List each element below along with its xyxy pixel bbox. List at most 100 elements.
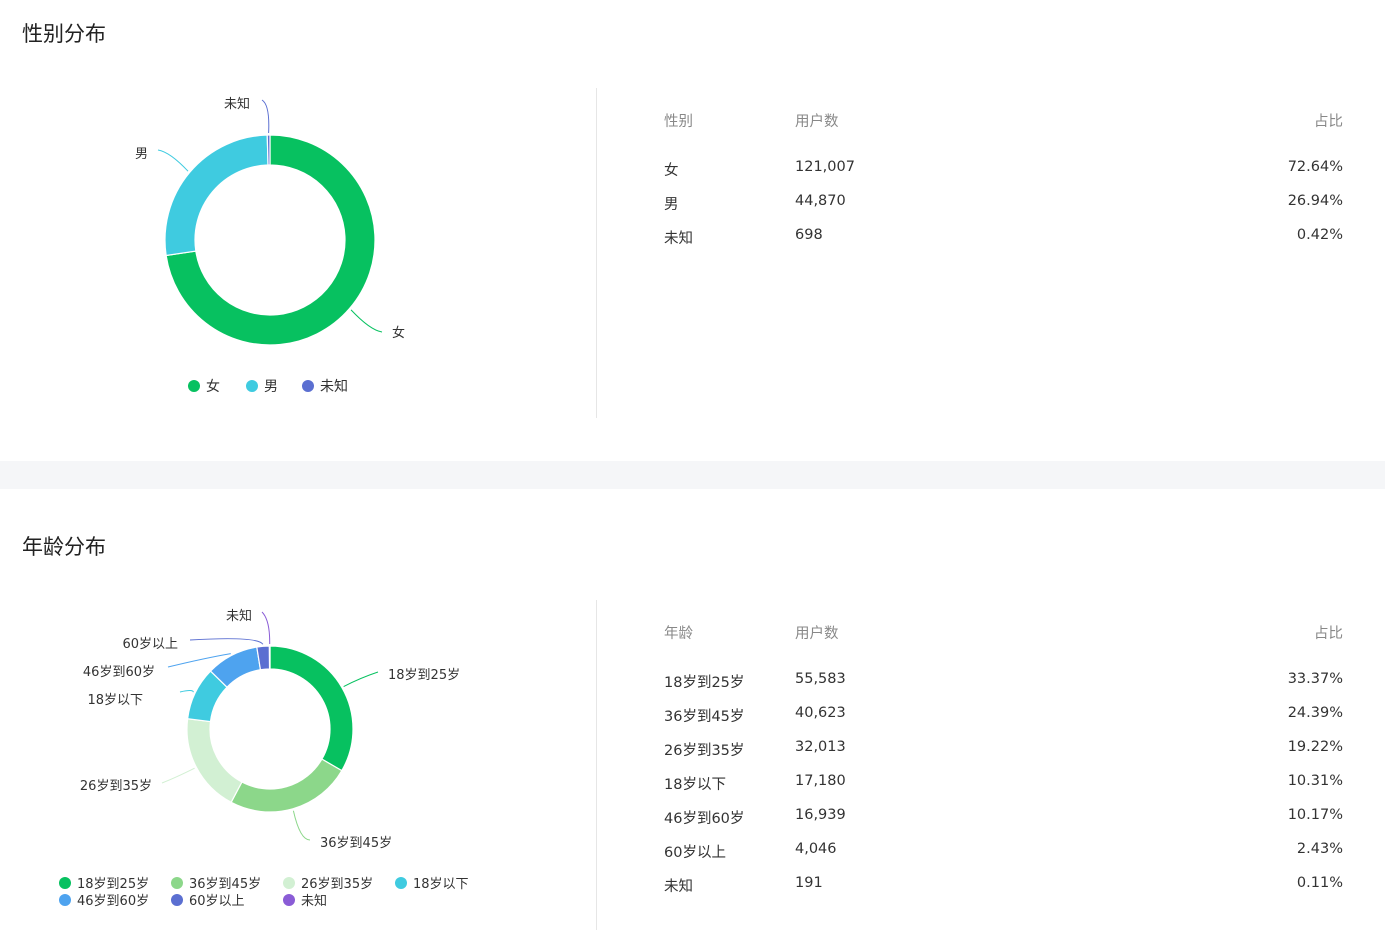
row-label: 18岁到25岁 xyxy=(664,675,745,691)
row-count: 16,939 xyxy=(795,807,846,823)
row-pct: 0.11% xyxy=(1296,875,1343,891)
row-label: 46岁到60岁 xyxy=(664,811,745,827)
age-header-count: 用户数 xyxy=(795,626,839,642)
legend-dot[interactable] xyxy=(283,877,295,889)
slice-label: 60岁以上 xyxy=(122,637,178,652)
legend-label[interactable]: 36岁到45岁 xyxy=(189,877,261,892)
table-row: 18岁到25岁 55,583 33.37% xyxy=(664,671,1343,691)
row-count: 121,007 xyxy=(795,159,855,175)
table-row: 女 121,007 72.64% xyxy=(664,159,1343,179)
row-count: 44,870 xyxy=(795,193,846,209)
row-count: 40,623 xyxy=(795,705,846,721)
legend-dot[interactable] xyxy=(395,877,407,889)
slice-label: 男 xyxy=(135,147,148,162)
label-leader-line xyxy=(161,767,195,784)
age-donut-chart: 18岁到25岁36岁到45岁26岁到35岁18岁以下46岁到60岁60岁以上未知… xyxy=(59,608,469,909)
slice-label: 26岁到35岁 xyxy=(80,779,152,794)
legend-dot[interactable] xyxy=(171,877,183,889)
row-pct: 72.64% xyxy=(1287,159,1343,175)
label-leader-line xyxy=(292,810,311,841)
row-count: 32,013 xyxy=(795,739,846,755)
row-pct: 24.39% xyxy=(1287,705,1343,721)
table-row: 未知 191 0.11% xyxy=(664,875,1343,895)
legend-dot[interactable] xyxy=(171,894,183,906)
section-separator xyxy=(0,461,1385,489)
row-label: 60岁以上 xyxy=(664,845,726,861)
gender-header-count: 用户数 xyxy=(795,114,839,130)
donut-slice[interactable] xyxy=(269,645,354,772)
row-label: 26岁到35岁 xyxy=(664,743,745,759)
age-section-title: 年龄分布 xyxy=(22,535,106,559)
gender-donut-chart: 女男未知女男未知 xyxy=(135,96,405,395)
gender-header-pct: 占比 xyxy=(1314,114,1343,130)
row-pct: 2.43% xyxy=(1296,841,1343,857)
row-pct: 19.22% xyxy=(1287,739,1343,755)
legend-dot[interactable] xyxy=(59,894,71,906)
legend-label[interactable]: 女 xyxy=(206,378,220,395)
legend-label[interactable]: 46岁到60岁 xyxy=(77,894,149,909)
table-row: 26岁到35岁 32,013 19.22% xyxy=(664,739,1343,759)
row-label: 女 xyxy=(664,163,679,179)
slice-label: 18岁以下 xyxy=(87,693,143,708)
label-leader-line xyxy=(157,149,189,172)
label-leader-line xyxy=(350,309,383,333)
label-leader-line xyxy=(261,99,270,134)
row-count: 698 xyxy=(795,227,823,243)
label-leader-line xyxy=(189,638,264,645)
row-label: 未知 xyxy=(664,231,693,247)
row-count: 17,180 xyxy=(795,773,846,789)
slice-label: 36岁到45岁 xyxy=(320,836,392,851)
row-count: 55,583 xyxy=(795,671,846,687)
legend-label[interactable]: 60岁以上 xyxy=(189,894,245,909)
age-header-label: 年龄 xyxy=(664,626,693,642)
row-pct: 10.17% xyxy=(1287,807,1343,823)
slice-label: 女 xyxy=(392,325,405,341)
gender-table-header: 性别 用户数 占比 xyxy=(664,110,1343,130)
row-pct: 33.37% xyxy=(1287,671,1343,687)
legend-label[interactable]: 未知 xyxy=(320,378,348,395)
legend-dot[interactable] xyxy=(302,380,314,392)
donut-slice[interactable] xyxy=(164,134,269,257)
row-label: 未知 xyxy=(664,879,693,895)
legend-dot[interactable] xyxy=(283,894,295,906)
label-leader-line xyxy=(261,611,271,645)
gender-divider xyxy=(596,88,597,418)
table-row: 未知 698 0.42% xyxy=(664,227,1343,247)
legend-label[interactable]: 未知 xyxy=(301,893,327,909)
gender-section-title: 性别分布 xyxy=(22,22,106,46)
legend-label[interactable]: 18岁以下 xyxy=(413,877,469,892)
table-row: 男 44,870 26.94% xyxy=(664,193,1343,213)
slice-label: 未知 xyxy=(224,96,250,112)
age-divider xyxy=(596,600,597,930)
row-label: 18岁以下 xyxy=(664,777,726,793)
donut-slice[interactable] xyxy=(186,718,243,804)
legend-dot[interactable] xyxy=(188,380,200,392)
donut-slice[interactable] xyxy=(266,134,271,166)
age-table-header: 年龄 用户数 占比 xyxy=(664,622,1343,642)
row-label: 36岁到45岁 xyxy=(664,709,745,725)
legend-dot[interactable] xyxy=(246,380,258,392)
table-row: 46岁到60岁 16,939 10.17% xyxy=(664,807,1343,827)
legend-label[interactable]: 18岁到25岁 xyxy=(77,877,149,892)
label-leader-line xyxy=(179,690,194,693)
row-count: 191 xyxy=(795,875,823,891)
gender-header-label: 性别 xyxy=(664,114,693,130)
table-row: 36岁到45岁 40,623 24.39% xyxy=(664,705,1343,725)
donut-slice[interactable] xyxy=(268,645,271,670)
age-header-pct: 占比 xyxy=(1314,626,1343,642)
legend-label[interactable]: 26岁到35岁 xyxy=(301,877,373,892)
donut-slice[interactable] xyxy=(230,758,343,813)
slice-label: 18岁到25岁 xyxy=(388,668,460,683)
row-pct: 10.31% xyxy=(1287,773,1343,789)
legend-label[interactable]: 男 xyxy=(264,379,278,395)
slice-label: 46岁到60岁 xyxy=(83,665,155,680)
legend-dot[interactable] xyxy=(59,877,71,889)
row-pct: 0.42% xyxy=(1296,227,1343,243)
row-count: 4,046 xyxy=(795,841,837,857)
row-pct: 26.94% xyxy=(1287,193,1343,209)
table-row: 60岁以上 4,046 2.43% xyxy=(664,841,1343,861)
slice-label: 未知 xyxy=(226,608,252,624)
label-leader-line xyxy=(343,671,379,688)
table-row: 18岁以下 17,180 10.31% xyxy=(664,773,1343,793)
row-label: 男 xyxy=(664,197,679,213)
